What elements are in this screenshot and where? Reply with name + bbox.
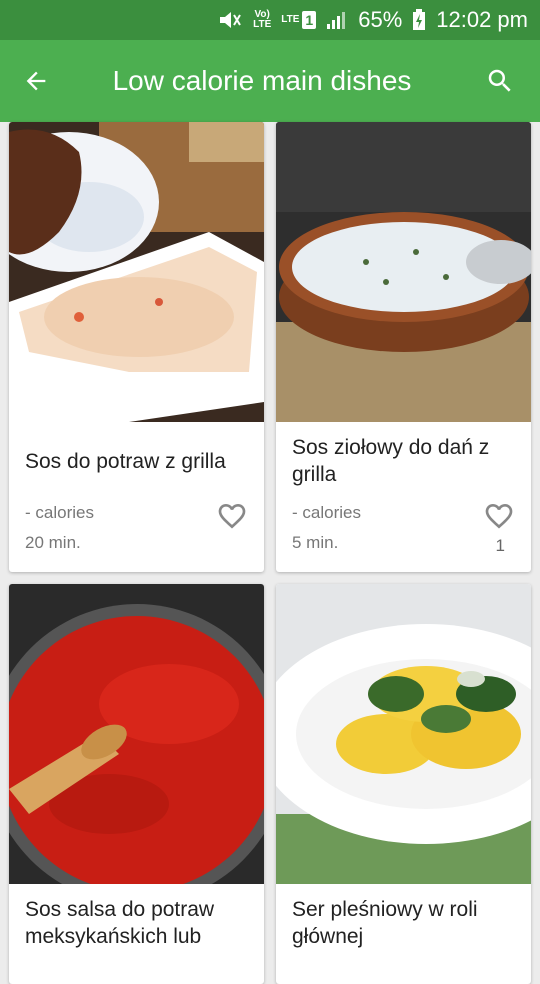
search-button[interactable] [460,40,540,122]
clock: 12:02 pm [436,7,528,32]
card-body: Sos ziołowy do dań z grilla - calories 5… [276,422,531,572]
recipe-card[interactable]: Ser pleśniowy w roli głównej [276,584,531,984]
recipe-calories: - calories [25,503,94,522]
card-body: Sos salsa do potraw meksykańskich lub [9,884,264,984]
card-body: Sos do potraw z grilla - calories 20 min… [9,422,264,572]
recipe-image-grilled-sauce [9,122,264,422]
recipe-time: 5 min. [292,533,339,552]
recipe-title: Sos do potraw z grilla [25,450,226,473]
lte-label: LTE [281,14,300,25]
recipe-image-salsa-sauce [9,584,264,884]
battery-percent: 65% [358,7,403,32]
app-bar: Low calorie main dishes [0,40,540,122]
page-title: Low calorie main dishes [112,65,412,96]
recipe-title: Sos salsa do potraw meksykańskich lub [25,898,215,948]
recipe-title: Ser pleśniowy w roli głównej [292,898,478,948]
lte-indicator: LTE 1 [281,11,317,29]
mute-icon [217,9,243,31]
volte-lte-label: LTE [253,19,272,30]
back-button[interactable] [0,40,72,122]
battery-charging-icon [412,9,426,31]
recipe-time: 20 min. [25,533,81,552]
card-body: Ser pleśniowy w roli głównej [276,884,531,984]
search-icon [488,69,511,92]
recipe-card[interactable]: Sos do potraw z grilla - calories 20 min… [9,122,264,572]
recipe-card[interactable]: Sos ziołowy do dań z grilla - calories 5… [276,122,531,572]
recipe-calories: - calories [292,503,361,522]
recipe-title: Sos ziołowy do dań z grilla [292,436,490,486]
arrow-back-icon [26,71,46,91]
heart-icon[interactable] [483,500,515,532]
signal-icon [326,10,348,30]
recipe-image-pasta [276,584,531,884]
volte-indicator: Vo) LTE [253,10,271,30]
sim-badge: 1 [302,11,317,29]
recipe-grid: Sos do potraw z grilla - calories 20 min… [0,122,540,984]
status-bar: Vo) LTE LTE 1 65% 12:02 pm [0,0,540,40]
recipe-card[interactable]: Sos salsa do potraw meksykańskich lub [9,584,264,984]
like-count: 1 [495,536,505,555]
recipe-image-herb-sauce [276,122,531,422]
heart-icon[interactable] [216,500,248,532]
